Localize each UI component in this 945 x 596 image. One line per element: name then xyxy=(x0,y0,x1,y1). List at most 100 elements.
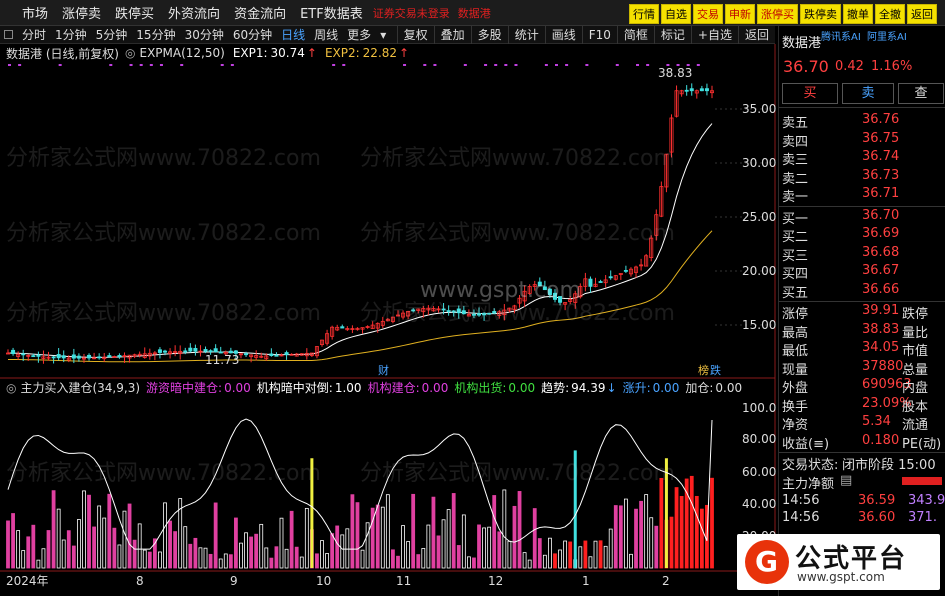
candle xyxy=(11,349,16,355)
volume-bar xyxy=(558,549,562,569)
candle xyxy=(461,310,466,315)
event-marker-drop: 跌 xyxy=(710,363,721,377)
volume-bar xyxy=(158,551,162,569)
volume-bar xyxy=(578,546,583,569)
volume-bar xyxy=(112,527,117,569)
volume-bar xyxy=(502,489,507,569)
candle xyxy=(608,276,613,279)
quote-value: 39.91 xyxy=(862,303,900,318)
signal-dot xyxy=(636,64,640,66)
sub-indicator-name[interactable]: 主力买入建仓(34,9,3) xyxy=(20,380,140,395)
candle xyxy=(269,353,274,357)
x-axis-labels: 2024年 8 9 10 11 12 1 2 xyxy=(6,574,670,588)
volume-bar xyxy=(87,494,91,569)
signal-dot xyxy=(423,64,427,66)
trend-label: 趋势: xyxy=(541,381,570,395)
signal-dot xyxy=(565,64,569,66)
last-price: 36.70 xyxy=(783,57,829,76)
volume-bar xyxy=(411,493,416,569)
candle xyxy=(588,278,593,287)
candle xyxy=(188,347,193,352)
candle xyxy=(598,281,603,283)
signal-bar xyxy=(664,458,668,568)
query-button[interactable]: 查 xyxy=(898,83,944,104)
signal-dot xyxy=(8,64,11,66)
volume-bar xyxy=(284,548,289,569)
volume-bar xyxy=(426,524,431,569)
sell-button[interactable]: 卖 xyxy=(842,83,894,104)
volume-bar xyxy=(254,533,259,569)
signal-dot xyxy=(484,64,488,66)
volume-bar xyxy=(320,540,324,569)
volume-bar xyxy=(416,554,421,569)
quote-label: 涨停 xyxy=(782,307,809,322)
volume-bar xyxy=(710,477,714,569)
candle xyxy=(21,353,26,356)
arrow-down-icon: ↓ xyxy=(606,380,617,395)
volume-bar xyxy=(639,500,643,569)
volume-bar xyxy=(537,538,542,569)
volume-bar xyxy=(472,557,476,569)
jigou-ch-value: 0.00 xyxy=(508,380,536,395)
concept-tag[interactable]: 阿里系AI xyxy=(867,28,907,43)
candle xyxy=(76,355,81,359)
volume-bar xyxy=(168,520,172,569)
quote-value: 36.71 xyxy=(862,186,900,201)
settings-icon[interactable]: ◎ xyxy=(6,381,16,395)
candle xyxy=(684,89,689,92)
volume-bar xyxy=(608,528,613,569)
table-icon: ▤ xyxy=(840,473,853,488)
sub-axis-labels: 100.0 80.00 60.00 40.00 20.00 xyxy=(742,401,776,543)
quote-value: 34.05 xyxy=(862,340,900,355)
signal-dot xyxy=(149,64,153,66)
quote-label: 跌停 xyxy=(902,307,929,322)
quote-label: 卖四 xyxy=(782,134,809,150)
jigou-ch-label: 机构出货: xyxy=(454,381,507,395)
volume-bar xyxy=(385,494,390,569)
volume-bar xyxy=(77,519,81,569)
buy-button[interactable]: 买 xyxy=(782,83,838,104)
site-logo: G 公式平台 www.gspt.com xyxy=(737,534,940,590)
candle xyxy=(274,354,279,357)
volume-bar xyxy=(350,494,355,569)
signal-dot xyxy=(646,64,650,66)
candle xyxy=(699,88,704,92)
x-tick: 2 xyxy=(662,574,670,588)
quote-value: 36.67 xyxy=(862,263,900,278)
volume-bar xyxy=(56,508,61,569)
volume-bar xyxy=(294,546,299,569)
signal-bar xyxy=(310,458,314,568)
quote-value: 38.83 xyxy=(862,321,900,337)
volume-bar xyxy=(532,508,537,569)
volume-bar xyxy=(421,548,426,569)
candle xyxy=(163,350,168,353)
event-marker-finance: 财 xyxy=(378,363,389,377)
quote-label: 市值 xyxy=(902,344,929,359)
candle xyxy=(411,309,416,312)
quote-label: 买一 xyxy=(782,211,809,227)
price-change: 0.42 xyxy=(835,59,864,74)
volume-bar xyxy=(365,522,370,569)
concept-tag[interactable]: 腾讯系AI xyxy=(821,28,861,43)
y-tick: 35.00 xyxy=(742,102,776,116)
quote-label: 买五 xyxy=(782,285,809,301)
quote-value: 36.66 xyxy=(862,281,900,297)
sub-bars xyxy=(6,450,714,569)
quote-label: 最低 xyxy=(782,344,809,359)
volume-bar xyxy=(451,493,456,569)
volume-bar xyxy=(492,495,497,569)
x-tick: 9 xyxy=(230,574,238,588)
volume-bar xyxy=(563,540,568,569)
candle xyxy=(61,355,66,359)
quote-label: PE(动) xyxy=(902,436,942,452)
volume-bar xyxy=(122,510,127,569)
add-label: 加仓: xyxy=(685,381,714,395)
volume-bar xyxy=(649,517,654,569)
quote-label: 最高 xyxy=(782,325,809,341)
quote-label: 卖五 xyxy=(782,116,809,131)
add-value: 0.00 xyxy=(715,380,743,395)
main-axis-labels: 35.00 30.00 25.00 20.00 15.00 xyxy=(742,102,776,332)
volume-bar xyxy=(234,517,238,569)
quote-value: 36.69 xyxy=(862,226,900,241)
quote-value: 36.74 xyxy=(862,149,900,164)
